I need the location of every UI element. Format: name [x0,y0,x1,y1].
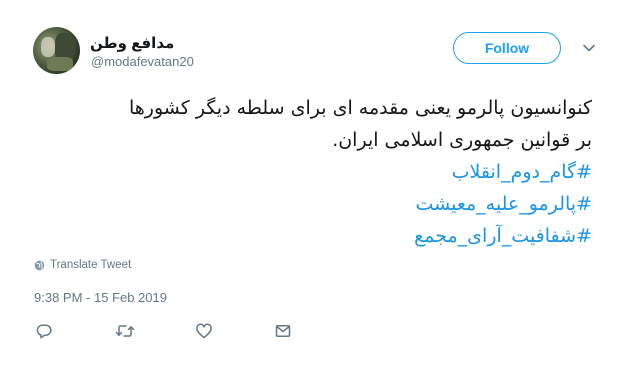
chevron-down-icon[interactable] [581,40,597,56]
avatar[interactable] [33,27,80,74]
tweet-text-line: بر قوانین جمهوری اسلامی ایران. [332,129,592,151]
tweet-timestamp[interactable]: 9:38 PM - 15 Feb 2019 [34,290,167,305]
author-handle[interactable]: @modafevatan20 [91,54,194,69]
action-bar [34,318,334,344]
like-icon[interactable] [191,318,217,344]
tweet-card: مدافع وطن @modafevatan20 Follow کنوانسیو… [0,0,625,368]
globe-icon [34,260,45,271]
hashtag-link[interactable]: #پالرمو_علیه_معیشت [34,188,593,220]
author-display-name[interactable]: مدافع وطن [90,34,174,52]
reply-icon[interactable] [31,318,57,344]
tweet-text-line: کنوانسیون پالرمو یعنی مقدمه ای برای سلطه… [129,97,592,119]
hashtag-link[interactable]: #گام_دوم_انقلاب [34,156,592,188]
translate-tweet-label: Translate Tweet [50,259,132,271]
translate-tweet-link[interactable]: Translate Tweet [34,259,131,271]
follow-button[interactable]: Follow [453,32,561,64]
retweet-icon[interactable] [112,318,138,344]
hashtag-link[interactable]: #شفافیت_آرای_مجمع [34,220,592,252]
direct-message-icon[interactable] [270,318,296,344]
tweet-text: کنوانسیون پالرمو یعنی مقدمه ای برای سلطه… [34,92,592,252]
